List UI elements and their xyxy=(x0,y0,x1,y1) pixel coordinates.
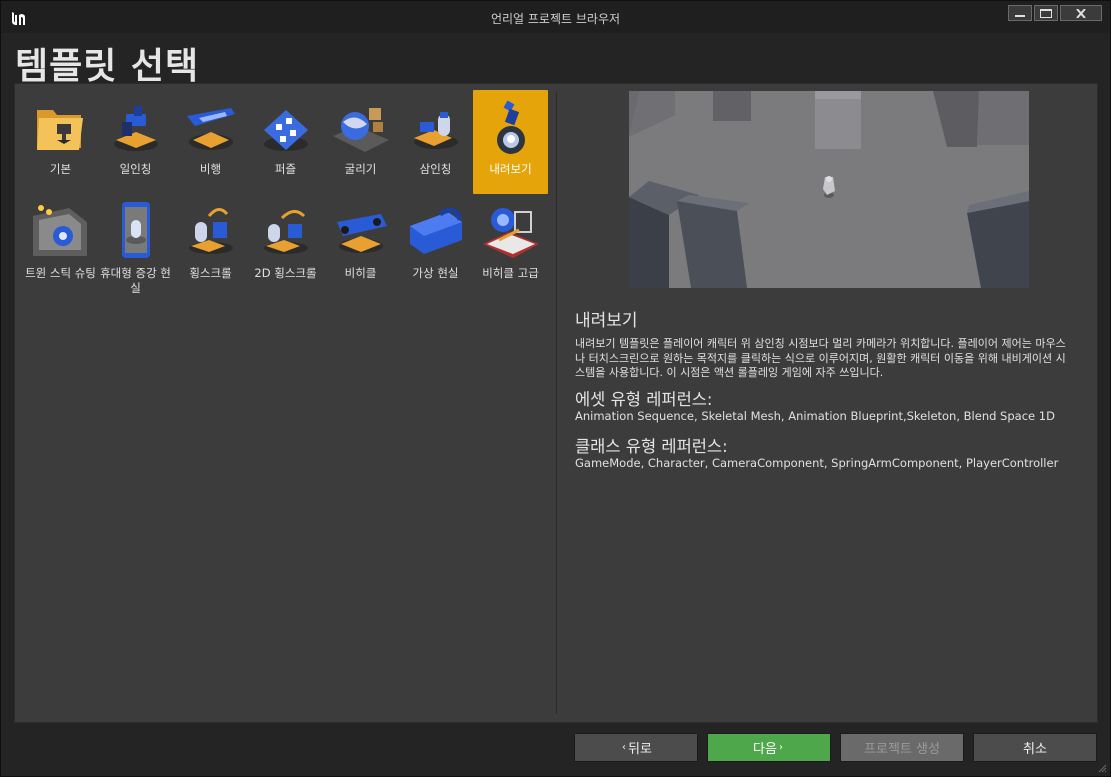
template-preview-image xyxy=(629,91,1029,288)
create-project-button-label: 프로젝트 생성 xyxy=(864,742,940,757)
maximize-button[interactable] xyxy=(1034,5,1058,21)
cancel-button-label: 취소 xyxy=(1023,742,1047,757)
template-label: 2D 횡스크롤 xyxy=(254,266,317,280)
template-tile-handheld-ar[interactable]: 휴대형 증강 현실 xyxy=(98,194,173,298)
template-tile-puzzle[interactable]: 퍼즐 xyxy=(248,90,323,194)
template-label: 삼인칭 xyxy=(419,162,452,176)
template-label: 일인칭 xyxy=(119,162,152,176)
minimize-icon xyxy=(1015,15,1025,17)
asset-reference-list: Animation Sequence, Skeletal Mesh, Anima… xyxy=(575,409,1055,423)
template-panel: 기본 일인칭 비행 퍼즐 굴리기 삼인칭 내려보기 트윈 스틱 슈팅 휴대형 증… xyxy=(14,83,1098,723)
twin-stick-icon xyxy=(33,205,87,256)
template-tile-rolling[interactable]: 굴리기 xyxy=(323,90,398,194)
side-scroller-icon xyxy=(189,208,233,254)
next-button[interactable]: 다음 › xyxy=(707,733,831,762)
template-tile-first-person[interactable]: 일인칭 xyxy=(98,90,173,194)
template-tile-top-down[interactable]: 내려보기 xyxy=(473,90,548,194)
back-button-label: 뒤로 xyxy=(628,742,652,757)
template-label: 퍼즐 xyxy=(274,162,297,176)
class-reference-list: GameMode, Character, CameraComponent, Sp… xyxy=(575,456,1059,470)
template-tile-flying[interactable]: 비행 xyxy=(173,90,248,194)
resize-grip-icon[interactable] xyxy=(1097,763,1107,773)
create-project-button[interactable]: 프로젝트 생성 xyxy=(840,733,964,762)
top-down-icon xyxy=(497,100,525,154)
page-title: 템플릿 선택 xyxy=(15,46,200,87)
cancel-button[interactable]: 취소 xyxy=(973,733,1097,762)
template-label: 기본 xyxy=(49,162,72,176)
vehicle-advanced-icon xyxy=(483,208,539,258)
template-tile-twin-stick[interactable]: 트윈 스틱 슈팅 xyxy=(23,194,98,298)
template-description: 내려보기 템플릿은 플레이어 캐릭터 위 삼인칭 시점보다 멀리 카메라가 위치… xyxy=(575,337,1066,379)
template-tile-third-person[interactable]: 삼인칭 xyxy=(398,90,473,194)
template-label: 비행 xyxy=(199,162,222,176)
close-button[interactable] xyxy=(1060,5,1102,21)
maximize-icon xyxy=(1040,8,1052,18)
template-title: 내려보기 xyxy=(575,311,638,331)
chevron-left-icon: ‹ xyxy=(622,742,627,753)
back-button[interactable]: ‹ 뒤로 xyxy=(574,733,698,762)
template-tile-vehicle-advanced[interactable]: 비히클 고급 xyxy=(473,194,548,298)
template-label: 트윈 스틱 슈팅 xyxy=(25,266,96,280)
window-title: 언리얼 프로젝트 브라우저 xyxy=(490,12,621,26)
chevron-right-icon: › xyxy=(778,742,783,753)
panel-divider xyxy=(556,92,557,714)
template-label: 휴대형 증강 현실 xyxy=(100,266,171,295)
asset-reference-heading: 에셋 유형 레퍼런스: xyxy=(575,390,713,409)
handheld-ar-icon xyxy=(122,202,150,258)
window-controls xyxy=(1008,5,1102,21)
template-label: 비히클 xyxy=(344,266,377,280)
template-tile-vr[interactable]: 가상 현실 xyxy=(398,194,473,298)
template-tile-basic[interactable]: 기본 xyxy=(23,90,98,194)
vr-headset-icon xyxy=(410,207,463,254)
template-tile-side-scroller-2d[interactable]: 2D 횡스크롤 xyxy=(248,194,323,298)
footer-bar: ‹ 뒤로 다음 › 프로젝트 생성 취소 xyxy=(1,727,1110,777)
template-label: 횡스크롤 xyxy=(189,266,232,280)
third-person-icon xyxy=(414,112,458,149)
puzzle-icon xyxy=(264,110,308,151)
folder-icon xyxy=(37,110,83,150)
side-scroller-2d-icon xyxy=(264,210,308,254)
minimize-button[interactable] xyxy=(1008,5,1032,21)
next-button-label: 다음 xyxy=(753,742,777,757)
close-icon xyxy=(1076,8,1086,18)
project-browser-window: 언리얼 프로젝트 브라우저 템플릿 선택 기본 일인칭 비행 퍼즐 굴리기 삼인… xyxy=(0,0,1111,777)
flying-icon xyxy=(187,108,235,150)
rolling-icon xyxy=(333,108,389,152)
template-label: 굴리기 xyxy=(344,162,377,176)
template-label: 가상 현실 xyxy=(412,266,459,280)
class-reference-heading: 클래스 유형 레퍼런스: xyxy=(575,437,728,456)
title-bar[interactable]: 언리얼 프로젝트 브라우저 xyxy=(1,1,1110,33)
template-label: 내려보기 xyxy=(489,162,532,176)
template-tile-vehicle[interactable]: 비히클 xyxy=(323,194,398,298)
template-label: 비히클 고급 xyxy=(482,266,539,280)
template-tile-side-scroller[interactable]: 횡스크롤 xyxy=(173,194,248,298)
first-person-icon xyxy=(114,106,158,151)
vehicle-icon xyxy=(337,214,387,253)
